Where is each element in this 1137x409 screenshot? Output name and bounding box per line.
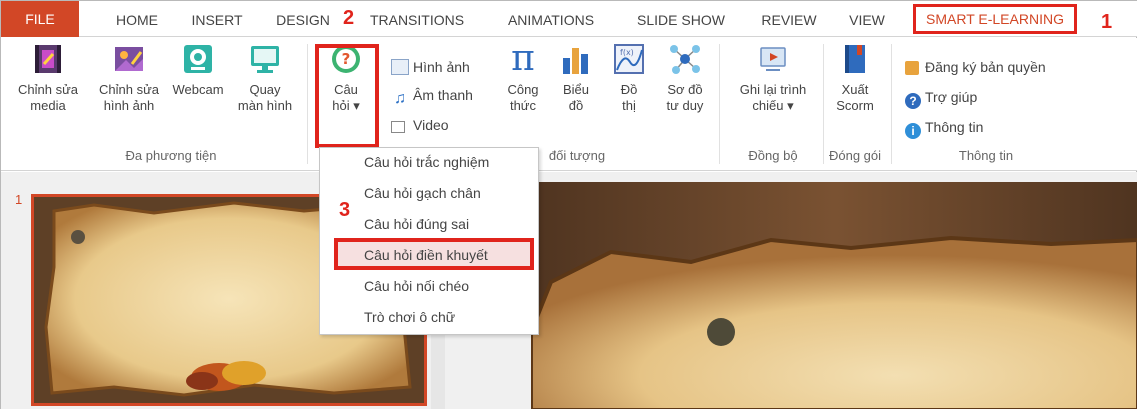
mindmap-label-1: Sơ đồ bbox=[667, 82, 703, 97]
edit-media-button[interactable]: Chỉnh sửa media bbox=[9, 42, 87, 114]
group-separator bbox=[823, 44, 824, 164]
mindmap-icon bbox=[670, 45, 700, 74]
ribbon: Chỉnh sửa media Chỉnh sửa hình ảnh Webca… bbox=[1, 38, 1137, 171]
mindmap-label-2: tư duy bbox=[666, 98, 704, 113]
register-license-button[interactable]: Đăng ký bản quyền bbox=[905, 58, 1046, 76]
group-separator bbox=[719, 44, 720, 164]
bar-chart-icon bbox=[563, 48, 588, 74]
graph-label-1: Đồ bbox=[620, 82, 638, 97]
step-1-marker: 1 bbox=[1101, 11, 1113, 33]
tab-smart-e-learning[interactable]: SMART E-LEARNING bbox=[913, 4, 1077, 34]
record-show-button[interactable]: Ghi lại trình chiếu ▾ bbox=[725, 42, 821, 114]
graph-label-2: thị bbox=[622, 98, 636, 113]
webcam-button[interactable]: Webcam bbox=[167, 42, 229, 98]
tab-home[interactable]: HOME bbox=[107, 9, 167, 31]
group-separator bbox=[307, 44, 308, 164]
image-label: Hình ảnh bbox=[413, 59, 470, 75]
tab-file[interactable]: FILE bbox=[1, 1, 79, 37]
slide-number: 1 bbox=[15, 192, 23, 207]
video-button[interactable]: Video bbox=[391, 116, 449, 134]
info-button[interactable]: i Thông tin bbox=[905, 118, 983, 139]
slide-editor-canvas[interactable] bbox=[531, 182, 1137, 409]
edit-media-label-2: media bbox=[30, 98, 66, 113]
question-highlight-box bbox=[315, 44, 379, 148]
menu-item-underline[interactable]: Câu hỏi gạch chân bbox=[364, 185, 481, 201]
function-graph-icon: f(x) bbox=[614, 44, 644, 74]
record-screen-label-2: màn hình bbox=[237, 98, 293, 113]
step-3-marker: 3 bbox=[339, 199, 351, 221]
record-slideshow-icon bbox=[760, 47, 786, 71]
ribbon-tab-bar: FILE HOME INSERT DESIGN 2 TRANSITIONS AN… bbox=[1, 1, 1137, 37]
tab-view[interactable]: VIEW bbox=[843, 9, 891, 31]
menu-item-multiple-choice[interactable]: Câu hỏi trắc nghiệm bbox=[364, 154, 489, 170]
formula-label-2: thức bbox=[509, 98, 537, 113]
edit-image-button[interactable]: Chỉnh sửa hình ảnh bbox=[91, 42, 167, 114]
tab-review[interactable]: REVIEW bbox=[755, 9, 823, 31]
edit-image-label-2: hình ảnh bbox=[103, 98, 155, 113]
tab-insert[interactable]: INSERT bbox=[187, 9, 247, 31]
chart-label-2: đồ bbox=[568, 98, 584, 113]
screen-record-icon bbox=[251, 46, 279, 73]
edit-media-label-1: Chỉnh sửa bbox=[17, 82, 78, 97]
menu-item-true-false[interactable]: Câu hỏi đúng sai bbox=[364, 216, 469, 232]
video-label: Video bbox=[413, 117, 449, 133]
parchment-slide-image bbox=[531, 182, 1137, 409]
export-scorm-label-1: Xuất bbox=[841, 82, 869, 97]
register-license-label: Đăng ký bản quyền bbox=[925, 59, 1046, 75]
question-type-dropdown: Câu hỏi trắc nghiệm Câu hỏi gạch chân Câ… bbox=[319, 147, 539, 335]
lock-icon bbox=[905, 61, 919, 75]
chart-label-1: Biểu bbox=[562, 82, 590, 97]
webcam-icon bbox=[184, 45, 212, 73]
record-screen-button[interactable]: Quay màn hình bbox=[233, 42, 297, 114]
tab-slide-show[interactable]: SLIDE SHOW bbox=[633, 9, 729, 31]
record-show-label-2: chiếu ▾ bbox=[752, 98, 794, 113]
audio-label: Âm thanh bbox=[413, 87, 473, 103]
info-group-label: Thông tin bbox=[958, 148, 1014, 163]
edit-image-label-1: Chỉnh sửa bbox=[98, 82, 159, 97]
svg-text:f(x): f(x) bbox=[620, 48, 634, 57]
step-2-marker: 2 bbox=[343, 7, 355, 29]
record-screen-label-1: Quay bbox=[249, 82, 281, 97]
image-icon bbox=[391, 59, 409, 75]
powerpoint-window: FILE HOME INSERT DESIGN 2 TRANSITIONS AN… bbox=[0, 0, 1137, 409]
formula-button[interactable]: π Công thức bbox=[501, 38, 545, 114]
tab-design[interactable]: DESIGN bbox=[271, 9, 335, 31]
export-scorm-button[interactable]: Xuất Scorm bbox=[827, 42, 883, 114]
record-show-label-1: Ghi lại trình bbox=[739, 82, 807, 97]
pi-icon: π bbox=[511, 38, 535, 79]
media-group-label: Đa phương tiện bbox=[125, 148, 217, 163]
formula-label-1: Công bbox=[507, 82, 539, 97]
menu-item-matching[interactable]: Câu hỏi nối chéo bbox=[364, 278, 469, 294]
webcam-label: Webcam bbox=[172, 82, 224, 97]
package-group-label: Đóng gói bbox=[828, 148, 882, 163]
graph-button[interactable]: f(x) Đồ thị bbox=[607, 42, 651, 114]
workspace: 1 bbox=[1, 172, 1137, 409]
audio-button[interactable]: ♫ Âm thanh bbox=[391, 86, 473, 107]
fill-in-blank-highlight-box bbox=[334, 238, 534, 270]
book-export-icon bbox=[845, 45, 865, 73]
tab-animations[interactable]: ANIMATIONS bbox=[497, 9, 605, 31]
info-label: Thông tin bbox=[925, 119, 984, 135]
sync-group-label: Đồng bộ bbox=[748, 148, 798, 163]
help-icon: ? bbox=[905, 93, 921, 109]
tab-transitions[interactable]: TRANSITIONS bbox=[367, 9, 467, 31]
mindmap-button[interactable]: Sơ đồ tư duy bbox=[657, 42, 713, 114]
help-label: Trợ giúp bbox=[925, 89, 978, 105]
chart-button[interactable]: Biểu đồ bbox=[553, 42, 599, 114]
film-edit-icon bbox=[35, 45, 61, 73]
help-button[interactable]: ? Trợ giúp bbox=[905, 88, 977, 109]
objects-group-label: đối tượng bbox=[548, 148, 606, 163]
group-separator bbox=[891, 44, 892, 164]
image-edit-icon bbox=[115, 47, 143, 71]
music-note-icon: ♫ bbox=[394, 90, 406, 107]
export-scorm-label-2: Scorm bbox=[836, 98, 874, 113]
video-icon bbox=[391, 121, 405, 133]
info-icon: i bbox=[905, 123, 921, 139]
image-button[interactable]: Hình ảnh bbox=[391, 58, 470, 76]
menu-item-crossword[interactable]: Trò chơi ô chữ bbox=[364, 309, 455, 325]
